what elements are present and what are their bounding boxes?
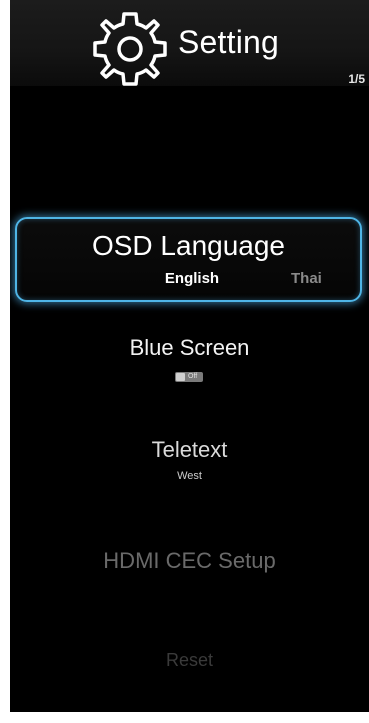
page-indicator: 1/5 (348, 72, 365, 86)
osd-language-option-english[interactable]: English (142, 270, 242, 287)
toggle-knob (176, 373, 185, 381)
hdmi-cec-setup-item[interactable]: HDMI CEC Setup (10, 548, 369, 574)
device-frame: Setting 1/5 OSD Language English Thai Bl… (0, 0, 369, 723)
teletext-label: Teletext (151, 437, 228, 462)
teletext-value: West (177, 470, 202, 482)
gear-icon (93, 12, 167, 86)
osd-language-item[interactable]: OSD Language English Thai (15, 217, 362, 302)
blue-screen-toggle[interactable]: Off (175, 372, 203, 382)
blue-screen-item[interactable]: Blue Screen (10, 335, 369, 361)
page-title: Setting (178, 24, 280, 60)
toggle-state-text: Off (188, 373, 198, 380)
reset-item[interactable]: Reset (10, 650, 369, 671)
osd-language-option-thai[interactable]: Thai (291, 270, 322, 287)
reset-label: Reset (165, 650, 214, 670)
settings-screen: Setting 1/5 OSD Language English Thai Bl… (10, 0, 369, 712)
header-bar: Setting 1/5 (10, 0, 369, 86)
blue-screen-label: Blue Screen (129, 335, 250, 360)
hdmi-cec-setup-label: HDMI CEC Setup (103, 548, 276, 573)
osd-language-label: OSD Language (91, 230, 286, 261)
teletext-item[interactable]: Teletext (10, 437, 369, 463)
